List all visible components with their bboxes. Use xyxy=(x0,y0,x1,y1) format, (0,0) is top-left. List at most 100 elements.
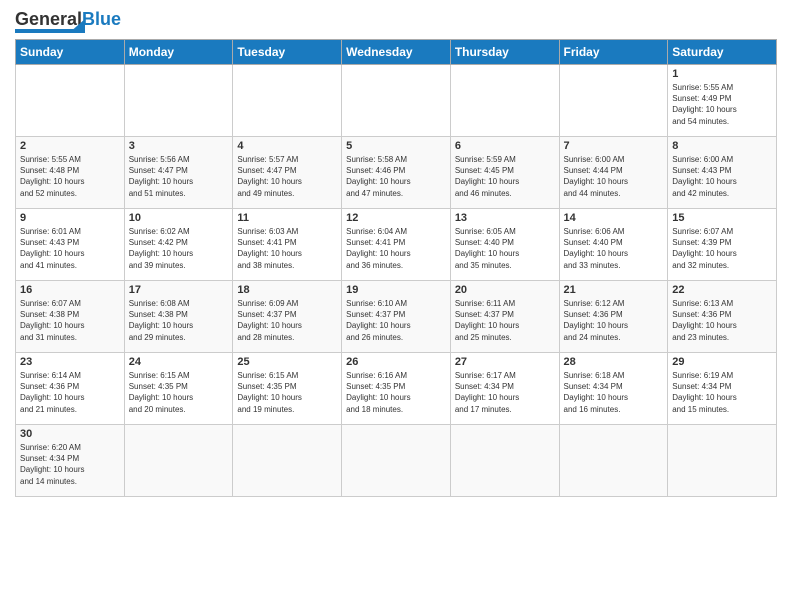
day-cell: 4 Sunrise: 5:57 AM Sunset: 4:47 PM Daylig… xyxy=(233,137,342,209)
day-info: Sunrise: 6:06 AM Sunset: 4:40 PM Dayligh… xyxy=(564,226,664,271)
day-number: 21 xyxy=(564,284,664,296)
day-cell: 8 Sunrise: 6:00 AM Sunset: 4:43 PM Daylig… xyxy=(668,137,777,209)
day-info: Sunrise: 6:00 AM Sunset: 4:43 PM Dayligh… xyxy=(672,154,772,199)
day-cell: 14 Sunrise: 6:06 AM Sunset: 4:40 PM Dayli… xyxy=(559,209,668,281)
day-cell: 29 Sunrise: 6:19 AM Sunset: 4:34 PM Dayli… xyxy=(668,353,777,425)
day-cell: 21 Sunrise: 6:12 AM Sunset: 4:36 PM Dayli… xyxy=(559,281,668,353)
day-info: Sunrise: 6:19 AM Sunset: 4:34 PM Dayligh… xyxy=(672,370,772,415)
day-cell: 9Sunrise: 6:01 AM Sunset: 4:43 PM Daylig… xyxy=(16,209,125,281)
day-cell xyxy=(342,425,451,497)
day-cell xyxy=(233,65,342,137)
day-number: 23 xyxy=(20,356,120,368)
day-cell: 17Sunrise: 6:08 AM Sunset: 4:38 PM Dayli… xyxy=(124,281,233,353)
week-row-2: 2 Sunrise: 5:55 AM Sunset: 4:48 PM Daylig… xyxy=(16,137,777,209)
col-friday: Friday xyxy=(559,40,668,65)
logo: GeneralBlue xyxy=(15,10,121,33)
day-number: 26 xyxy=(346,356,446,368)
day-number: 18 xyxy=(237,284,337,296)
day-info: Sunrise: 6:15 AM Sunset: 4:35 PM Dayligh… xyxy=(129,370,229,415)
col-monday: Monday xyxy=(124,40,233,65)
day-cell: 10 Sunrise: 6:02 AM Sunset: 4:42 PM Dayli… xyxy=(124,209,233,281)
day-cell: 16Sunrise: 6:07 AM Sunset: 4:38 PM Dayli… xyxy=(16,281,125,353)
week-row-4: 16Sunrise: 6:07 AM Sunset: 4:38 PM Dayli… xyxy=(16,281,777,353)
day-number: 1 xyxy=(672,68,772,80)
day-info: Sunrise: 5:55 AM Sunset: 4:49 PM Dayligh… xyxy=(672,82,772,127)
day-cell: 20Sunrise: 6:11 AM Sunset: 4:37 PM Dayli… xyxy=(450,281,559,353)
day-cell xyxy=(233,425,342,497)
day-cell: 5 Sunrise: 5:58 AM Sunset: 4:46 PM Daylig… xyxy=(342,137,451,209)
day-cell: 15Sunrise: 6:07 AM Sunset: 4:39 PM Dayli… xyxy=(668,209,777,281)
day-cell: 6 Sunrise: 5:59 AM Sunset: 4:45 PM Daylig… xyxy=(450,137,559,209)
day-number: 24 xyxy=(129,356,229,368)
day-info: Sunrise: 6:01 AM Sunset: 4:43 PM Dayligh… xyxy=(20,226,120,271)
day-cell: 23 Sunrise: 6:14 AM Sunset: 4:36 PM Dayli… xyxy=(16,353,125,425)
day-info: Sunrise: 6:14 AM Sunset: 4:36 PM Dayligh… xyxy=(20,370,120,415)
day-info: Sunrise: 5:56 AM Sunset: 4:47 PM Dayligh… xyxy=(129,154,229,199)
col-tuesday: Tuesday xyxy=(233,40,342,65)
day-info: Sunrise: 6:17 AM Sunset: 4:34 PM Dayligh… xyxy=(455,370,555,415)
day-info: Sunrise: 6:04 AM Sunset: 4:41 PM Dayligh… xyxy=(346,226,446,271)
day-cell: 22Sunrise: 6:13 AM Sunset: 4:36 PM Dayli… xyxy=(668,281,777,353)
week-row-6: 30 Sunrise: 6:20 AM Sunset: 4:34 PM Dayli… xyxy=(16,425,777,497)
day-number: 15 xyxy=(672,212,772,224)
day-number: 5 xyxy=(346,140,446,152)
day-cell: 19 Sunrise: 6:10 AM Sunset: 4:37 PM Dayli… xyxy=(342,281,451,353)
day-cell: 1 Sunrise: 5:55 AM Sunset: 4:49 PM Daylig… xyxy=(668,65,777,137)
day-info: Sunrise: 5:58 AM Sunset: 4:46 PM Dayligh… xyxy=(346,154,446,199)
day-number: 8 xyxy=(672,140,772,152)
header: GeneralBlue xyxy=(15,10,777,33)
day-number: 20 xyxy=(455,284,555,296)
day-cell: 27Sunrise: 6:17 AM Sunset: 4:34 PM Dayli… xyxy=(450,353,559,425)
day-cell xyxy=(559,425,668,497)
day-cell: 28 Sunrise: 6:18 AM Sunset: 4:34 PM Dayli… xyxy=(559,353,668,425)
day-info: Sunrise: 6:02 AM Sunset: 4:42 PM Dayligh… xyxy=(129,226,229,271)
day-info: Sunrise: 5:59 AM Sunset: 4:45 PM Dayligh… xyxy=(455,154,555,199)
day-info: Sunrise: 6:16 AM Sunset: 4:35 PM Dayligh… xyxy=(346,370,446,415)
day-info: Sunrise: 6:09 AM Sunset: 4:37 PM Dayligh… xyxy=(237,298,337,343)
day-number: 6 xyxy=(455,140,555,152)
day-number: 30 xyxy=(20,428,120,440)
day-number: 13 xyxy=(455,212,555,224)
day-number: 2 xyxy=(20,140,120,152)
day-cell: 13 Sunrise: 6:05 AM Sunset: 4:40 PM Dayli… xyxy=(450,209,559,281)
day-number: 12 xyxy=(346,212,446,224)
week-row-1: 1 Sunrise: 5:55 AM Sunset: 4:49 PM Daylig… xyxy=(16,65,777,137)
day-info: Sunrise: 6:18 AM Sunset: 4:34 PM Dayligh… xyxy=(564,370,664,415)
day-cell: 12 Sunrise: 6:04 AM Sunset: 4:41 PM Dayli… xyxy=(342,209,451,281)
day-number: 19 xyxy=(346,284,446,296)
day-cell: 30 Sunrise: 6:20 AM Sunset: 4:34 PM Dayli… xyxy=(16,425,125,497)
header-row: SundayMondayTuesdayWednesdayThursdayFrid… xyxy=(16,40,777,65)
col-sunday: Sunday xyxy=(16,40,125,65)
day-number: 11 xyxy=(237,212,337,224)
day-number: 14 xyxy=(564,212,664,224)
day-info: Sunrise: 5:55 AM Sunset: 4:48 PM Dayligh… xyxy=(20,154,120,199)
col-wednesday: Wednesday xyxy=(342,40,451,65)
day-info: Sunrise: 6:12 AM Sunset: 4:36 PM Dayligh… xyxy=(564,298,664,343)
day-cell: 24 Sunrise: 6:15 AM Sunset: 4:35 PM Dayli… xyxy=(124,353,233,425)
day-number: 29 xyxy=(672,356,772,368)
day-info: Sunrise: 6:20 AM Sunset: 4:34 PM Dayligh… xyxy=(20,442,120,487)
day-number: 3 xyxy=(129,140,229,152)
day-cell xyxy=(124,65,233,137)
day-cell: 2 Sunrise: 5:55 AM Sunset: 4:48 PM Daylig… xyxy=(16,137,125,209)
day-cell xyxy=(342,65,451,137)
day-info: Sunrise: 6:08 AM Sunset: 4:38 PM Dayligh… xyxy=(129,298,229,343)
day-cell: 11Sunrise: 6:03 AM Sunset: 4:41 PM Dayli… xyxy=(233,209,342,281)
col-thursday: Thursday xyxy=(450,40,559,65)
day-cell: 7Sunrise: 6:00 AM Sunset: 4:44 PM Daylig… xyxy=(559,137,668,209)
day-cell: 18 Sunrise: 6:09 AM Sunset: 4:37 PM Dayli… xyxy=(233,281,342,353)
day-cell xyxy=(450,65,559,137)
day-number: 10 xyxy=(129,212,229,224)
day-cell: 26 Sunrise: 6:16 AM Sunset: 4:35 PM Dayli… xyxy=(342,353,451,425)
week-row-3: 9Sunrise: 6:01 AM Sunset: 4:43 PM Daylig… xyxy=(16,209,777,281)
day-info: Sunrise: 6:10 AM Sunset: 4:37 PM Dayligh… xyxy=(346,298,446,343)
day-cell xyxy=(668,425,777,497)
day-number: 22 xyxy=(672,284,772,296)
day-info: Sunrise: 6:00 AM Sunset: 4:44 PM Dayligh… xyxy=(564,154,664,199)
day-info: Sunrise: 5:57 AM Sunset: 4:47 PM Dayligh… xyxy=(237,154,337,199)
day-number: 28 xyxy=(564,356,664,368)
day-number: 4 xyxy=(237,140,337,152)
day-cell xyxy=(124,425,233,497)
day-info: Sunrise: 6:05 AM Sunset: 4:40 PM Dayligh… xyxy=(455,226,555,271)
calendar-table: SundayMondayTuesdayWednesdayThursdayFrid… xyxy=(15,39,777,497)
